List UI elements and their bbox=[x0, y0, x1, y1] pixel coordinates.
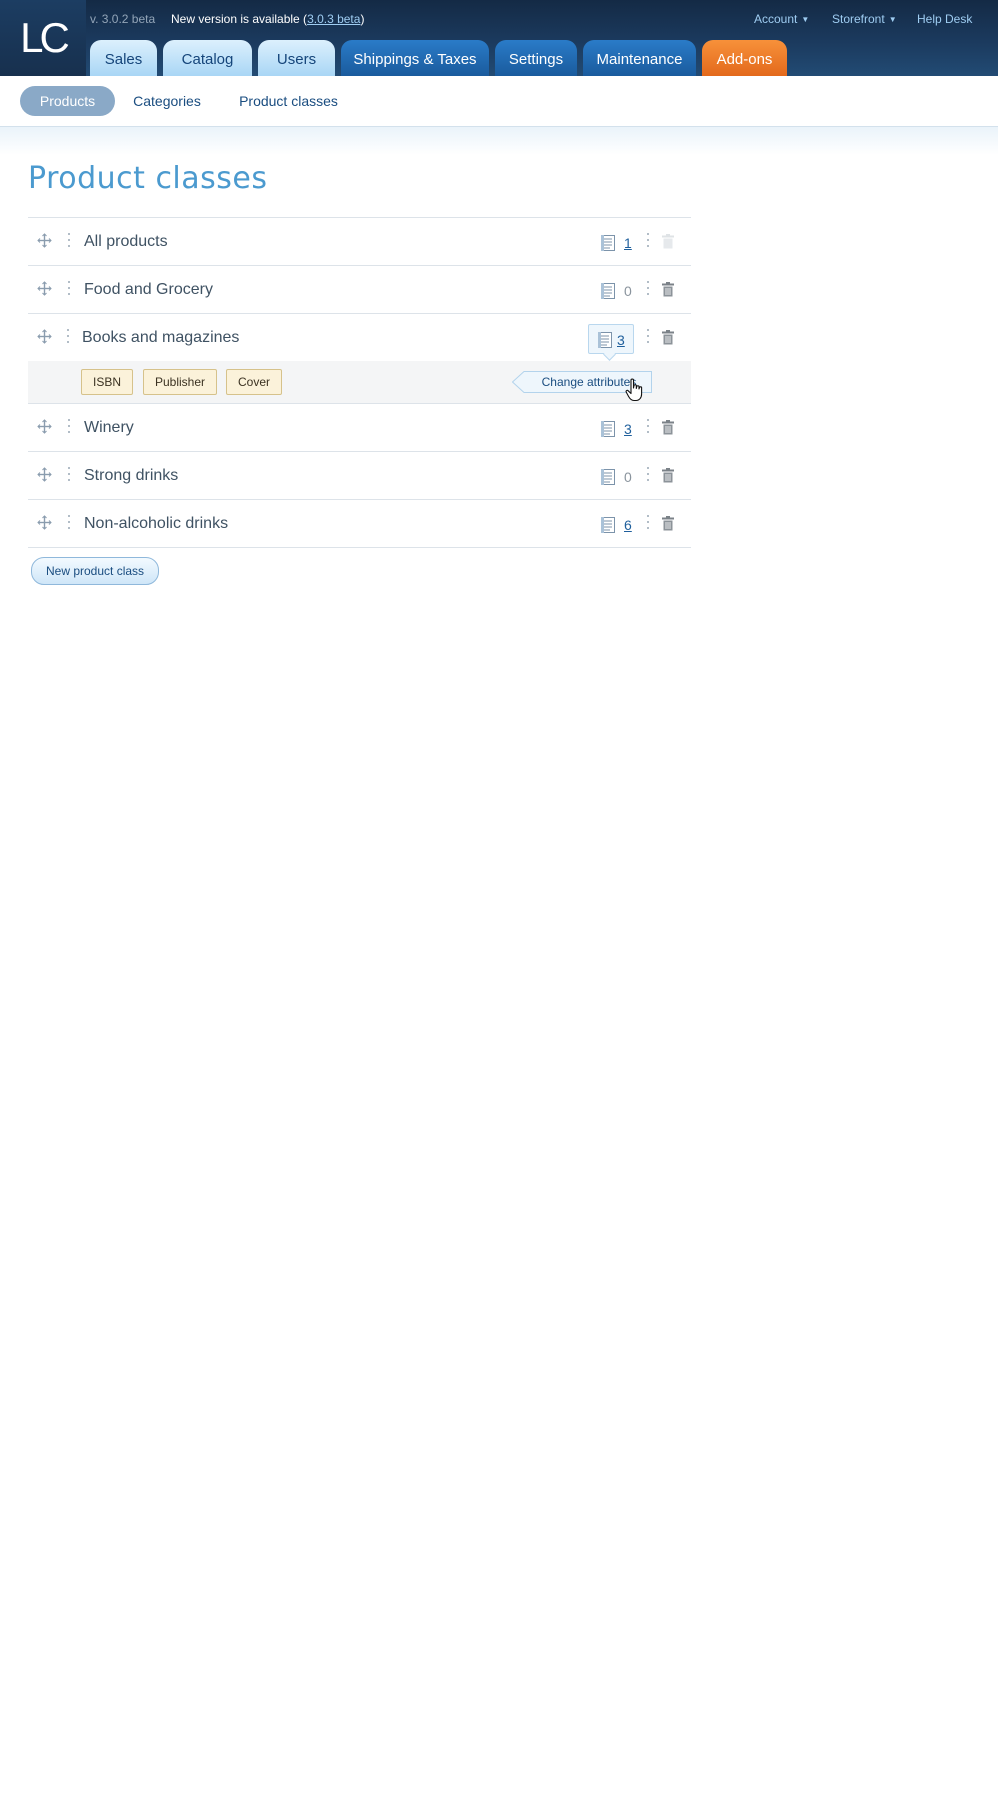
attribute-chip[interactable]: Cover bbox=[226, 369, 283, 395]
tab-sales[interactable]: Sales bbox=[90, 40, 157, 76]
new-product-class-button[interactable]: New product class bbox=[31, 557, 160, 585]
class-name[interactable]: Winery bbox=[84, 419, 134, 437]
attribute-count[interactable]: 6 bbox=[624, 517, 632, 533]
attributes-cell[interactable]: 3 bbox=[588, 324, 634, 354]
account-menu[interactable]: Account ▼ bbox=[754, 12, 809, 26]
trash-icon[interactable] bbox=[661, 330, 675, 345]
dots-vertical-icon[interactable] bbox=[647, 329, 650, 347]
account-label: Account bbox=[754, 12, 798, 26]
table-row: Non-alcoholic drinks 6 bbox=[28, 499, 691, 548]
dots-vertical-icon[interactable] bbox=[647, 467, 650, 485]
update-notice: New version is available (3.0.3 beta) bbox=[171, 12, 364, 26]
trash-icon[interactable] bbox=[661, 420, 675, 435]
logo[interactable]: LC bbox=[0, 0, 86, 76]
caret-down-icon: ▼ bbox=[801, 15, 810, 25]
trash-icon[interactable] bbox=[661, 516, 675, 531]
dots-vertical-icon[interactable] bbox=[647, 515, 650, 533]
tab-maintenance[interactable]: Maintenance bbox=[583, 40, 696, 76]
update-link[interactable]: 3.0.3 beta bbox=[307, 12, 360, 26]
attribute-count[interactable]: 0 bbox=[624, 283, 632, 299]
table-row: Food and Grocery 0 bbox=[28, 265, 691, 313]
table-row: Books and magazines 3 bbox=[28, 313, 691, 361]
tab-addons[interactable]: Add-ons bbox=[702, 40, 787, 76]
document-list-icon bbox=[601, 517, 615, 533]
dots-vertical-icon[interactable] bbox=[68, 233, 71, 251]
dots-vertical-icon[interactable] bbox=[647, 233, 650, 251]
trash-icon[interactable] bbox=[661, 468, 675, 483]
tab-settings[interactable]: Settings bbox=[495, 40, 577, 76]
class-name[interactable]: All products bbox=[84, 233, 168, 251]
attributes-cell[interactable]: 3 bbox=[592, 414, 638, 442]
dots-vertical-icon[interactable] bbox=[68, 467, 71, 485]
table-row: All products 1 bbox=[28, 217, 691, 265]
header-shadow bbox=[0, 127, 998, 155]
class-name[interactable]: Books and magazines bbox=[82, 329, 239, 347]
dots-vertical-icon[interactable] bbox=[68, 281, 71, 299]
move-icon[interactable] bbox=[37, 515, 52, 530]
attribute-chip[interactable]: Publisher bbox=[143, 369, 218, 395]
trash-icon[interactable] bbox=[661, 282, 675, 297]
attributes-cell[interactable]: 6 bbox=[592, 510, 638, 538]
dots-vertical-icon[interactable] bbox=[647, 281, 650, 299]
document-list-icon bbox=[601, 469, 615, 485]
update-suffix: ) bbox=[360, 12, 365, 26]
attributes-cell[interactable]: 0 bbox=[592, 276, 638, 304]
trash-icon bbox=[662, 234, 674, 249]
caret-down-icon: ▼ bbox=[888, 15, 897, 25]
document-list-icon bbox=[601, 283, 615, 299]
document-list-icon bbox=[601, 235, 615, 251]
tab-shippings-taxes[interactable]: Shippings & Taxes bbox=[341, 40, 489, 76]
update-text: New version is available ( bbox=[171, 12, 308, 26]
product-class-list: All products 1 Food and Grocery 0 Books … bbox=[28, 217, 691, 548]
move-icon[interactable] bbox=[37, 419, 52, 434]
tab-catalog[interactable]: Catalog bbox=[163, 40, 252, 76]
subnav-products[interactable]: Products bbox=[20, 86, 115, 116]
subnav-categories[interactable]: Categories bbox=[123, 86, 211, 116]
class-name[interactable]: Non-alcoholic drinks bbox=[84, 515, 228, 533]
dots-vertical-icon[interactable] bbox=[68, 515, 71, 533]
class-name[interactable]: Food and Grocery bbox=[84, 281, 213, 299]
move-icon[interactable] bbox=[37, 233, 52, 248]
table-row: Strong drinks 0 bbox=[28, 451, 691, 499]
subnav-product-classes[interactable]: Product classes bbox=[226, 86, 351, 116]
move-icon[interactable] bbox=[37, 281, 52, 296]
class-name[interactable]: Strong drinks bbox=[84, 467, 178, 485]
attribute-chip[interactable]: ISBN bbox=[81, 369, 134, 395]
attributes-cell[interactable]: 1 bbox=[592, 228, 638, 256]
attribute-count[interactable]: 3 bbox=[624, 421, 632, 437]
document-list-icon bbox=[601, 421, 615, 437]
version-label: v. 3.0.2 beta bbox=[90, 12, 156, 26]
storefront-label: Storefront bbox=[832, 12, 885, 26]
dots-vertical-icon[interactable] bbox=[67, 329, 70, 347]
storefront-menu[interactable]: Storefront ▼ bbox=[832, 12, 897, 26]
table-row: Winery 3 bbox=[28, 403, 691, 451]
document-list-icon bbox=[598, 332, 612, 348]
sub-navigation: Products Categories Product classes bbox=[0, 76, 998, 127]
attribute-count[interactable]: 3 bbox=[617, 332, 625, 348]
dots-vertical-icon[interactable] bbox=[647, 419, 650, 437]
attribute-count[interactable]: 0 bbox=[624, 469, 632, 485]
helpdesk-link[interactable]: Help Desk bbox=[917, 12, 972, 26]
dots-vertical-icon[interactable] bbox=[68, 419, 71, 437]
hand-cursor-icon bbox=[625, 378, 643, 402]
page-title: Product classes bbox=[28, 161, 268, 196]
attributes-cell[interactable]: 0 bbox=[592, 462, 638, 490]
move-icon[interactable] bbox=[37, 329, 52, 344]
attribute-count[interactable]: 1 bbox=[624, 235, 632, 251]
move-icon[interactable] bbox=[37, 467, 52, 482]
tab-users[interactable]: Users bbox=[258, 40, 335, 76]
top-header: LC v. 3.0.2 beta New version is availabl… bbox=[0, 0, 998, 76]
attributes-panel: ISBN Publisher Cover Change attributes bbox=[28, 361, 691, 403]
